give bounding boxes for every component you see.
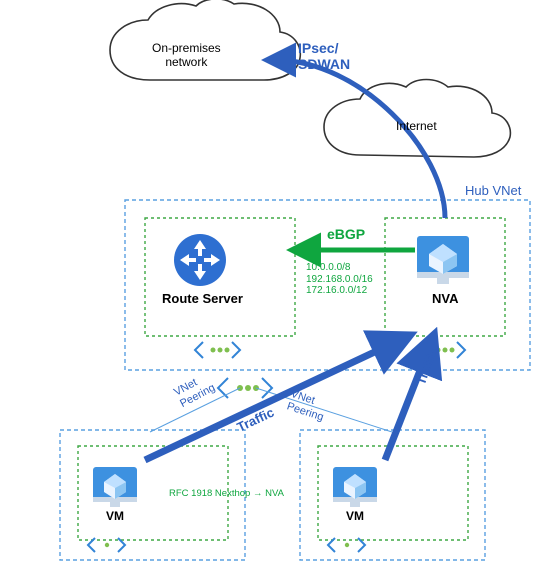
subnet-badge-route xyxy=(195,342,240,358)
vm-left-label: VM xyxy=(106,510,124,524)
vm-left-icon xyxy=(93,467,137,507)
ebgp-label: eBGP xyxy=(327,226,365,242)
subnet-badge-right xyxy=(328,538,365,552)
ipsec-label: IPsec/ SDWAN xyxy=(298,40,350,72)
vm-right-icon xyxy=(333,467,377,507)
subnet-badge-left xyxy=(88,538,125,552)
cloud-internet-label: Internet xyxy=(396,120,437,134)
nva-label: NVA xyxy=(432,292,458,307)
route-server-label: Route Server xyxy=(162,292,243,307)
nva-icon xyxy=(417,236,469,284)
route-server-subnet xyxy=(145,218,295,336)
route-server-icon xyxy=(174,234,226,286)
hub-vnet-title: Hub VNet xyxy=(465,184,521,199)
route-note: RFC 1918 Nexthop → NVA xyxy=(169,489,284,500)
vm-right-label: VM xyxy=(346,510,364,524)
cloud-onprem-label: On-premises network xyxy=(152,42,221,70)
ebgp-routes: 10.0.0.0/8 192.168.0.0/16 172.16.0.0/12 xyxy=(306,262,373,297)
